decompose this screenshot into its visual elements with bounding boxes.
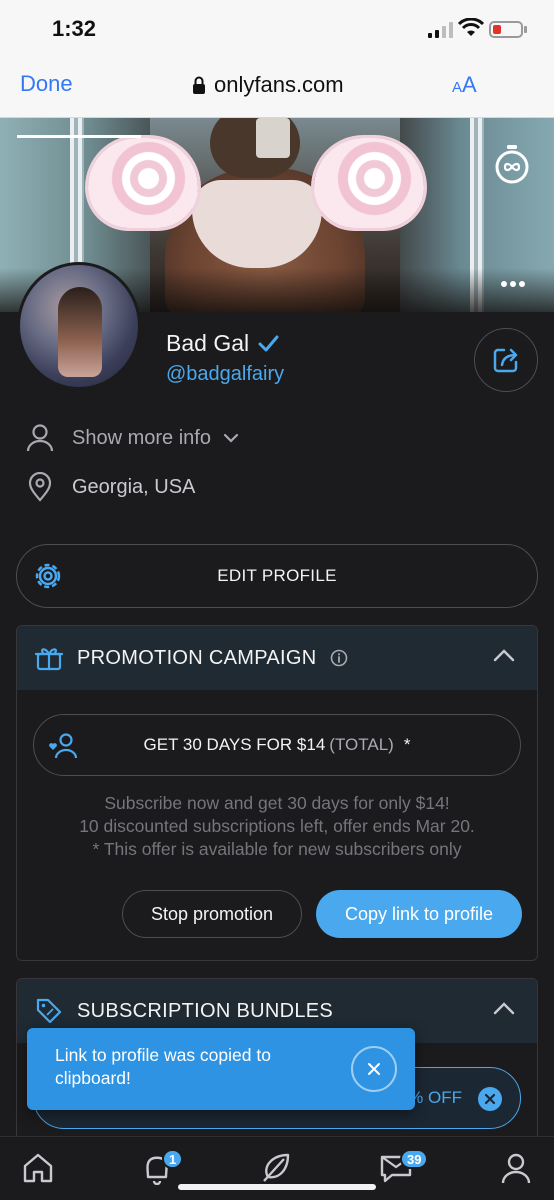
messages-badge: 39: [400, 1149, 429, 1169]
bundles-title: SUBSCRIPTION BUNDLES: [77, 999, 334, 1022]
chevron-down-icon: [223, 433, 239, 443]
edit-profile-button[interactable]: EDIT PROFILE: [16, 544, 538, 608]
done-button[interactable]: Done: [20, 71, 73, 97]
wing-sticker: [88, 138, 198, 228]
chevron-up-icon[interactable]: [493, 1001, 515, 1015]
chevron-up-icon[interactable]: [493, 648, 515, 662]
close-icon: [484, 1093, 496, 1105]
promotion-description: Subscribe now and get 30 days for only $…: [79, 793, 475, 859]
location-pin-icon: [28, 472, 52, 502]
offer-main: GET 30 DAYS FOR $14: [143, 735, 326, 754]
text-size-button[interactable]: AA: [452, 72, 477, 98]
browser-bar: Done onlyfans.com AA: [0, 58, 554, 118]
gear-icon: [35, 563, 61, 589]
show-more-label: Show more info: [72, 426, 211, 449]
info-icon[interactable]: [330, 649, 348, 667]
wifi-icon: [458, 18, 484, 36]
offer-suffix: (TOTAL): [329, 735, 394, 754]
edit-profile-label: EDIT PROFILE: [217, 566, 337, 585]
offer-star: *: [403, 735, 411, 754]
wing-sticker: [314, 138, 424, 228]
home-icon[interactable]: [21, 1151, 55, 1185]
profile-icon[interactable]: [499, 1151, 533, 1185]
remove-bundle-button[interactable]: [478, 1087, 502, 1111]
user-icon: [26, 424, 54, 452]
home-indicator: [178, 1184, 376, 1190]
promotion-header[interactable]: PROMOTION CAMPAIGN: [17, 626, 537, 690]
promotion-title: PROMOTION CAMPAIGN: [77, 646, 317, 669]
clipboard-toast: Link to profile was copied to clipboard!: [27, 1028, 415, 1110]
location-row: Georgia, USA: [26, 472, 195, 502]
promotion-campaign-card: PROMOTION CAMPAIGN GET 30 DAYS FOR $14 (…: [16, 625, 538, 961]
profile-handle[interactable]: @badgalfairy: [166, 363, 284, 386]
active-tab-indicator: [17, 135, 141, 138]
stop-promotion-button[interactable]: Stop promotion: [122, 890, 302, 938]
subscriber-heart-icon: [49, 733, 78, 759]
stopwatch-icon[interactable]: [494, 144, 530, 184]
profile-name: Bad Gal: [166, 330, 279, 357]
status-time: 1:32: [52, 16, 97, 41]
url-display: onlyfans.com: [192, 72, 344, 98]
notifications-badge: 1: [162, 1149, 184, 1169]
price-tag-icon: [36, 998, 62, 1024]
signal-icon: [428, 22, 453, 38]
bundle-discount: % OFF: [408, 1088, 462, 1107]
bottom-tab-bar: 1 39: [0, 1136, 554, 1200]
location-text: Georgia, USA: [72, 475, 196, 498]
promotion-offer[interactable]: GET 30 DAYS FOR $14 (TOTAL) *: [33, 714, 521, 776]
avatar[interactable]: [17, 262, 141, 390]
close-icon: [368, 1063, 380, 1075]
share-button[interactable]: [474, 328, 538, 392]
show-more-info[interactable]: Show more info: [26, 423, 239, 453]
url-text: onlyfans.com: [214, 72, 344, 97]
share-icon: [493, 348, 518, 373]
feather-icon[interactable]: [258, 1151, 294, 1185]
lock-icon: [193, 76, 205, 94]
more-options-icon[interactable]: [500, 280, 526, 288]
toast-close-button[interactable]: [351, 1046, 397, 1092]
toast-message: Link to profile was copied to clipboard!: [55, 1045, 271, 1088]
verified-icon: [258, 335, 279, 351]
gift-icon: [35, 648, 63, 671]
battery-icon: [489, 21, 523, 38]
copy-link-button[interactable]: Copy link to profile: [316, 890, 522, 938]
status-bar: 1:32: [0, 0, 554, 58]
